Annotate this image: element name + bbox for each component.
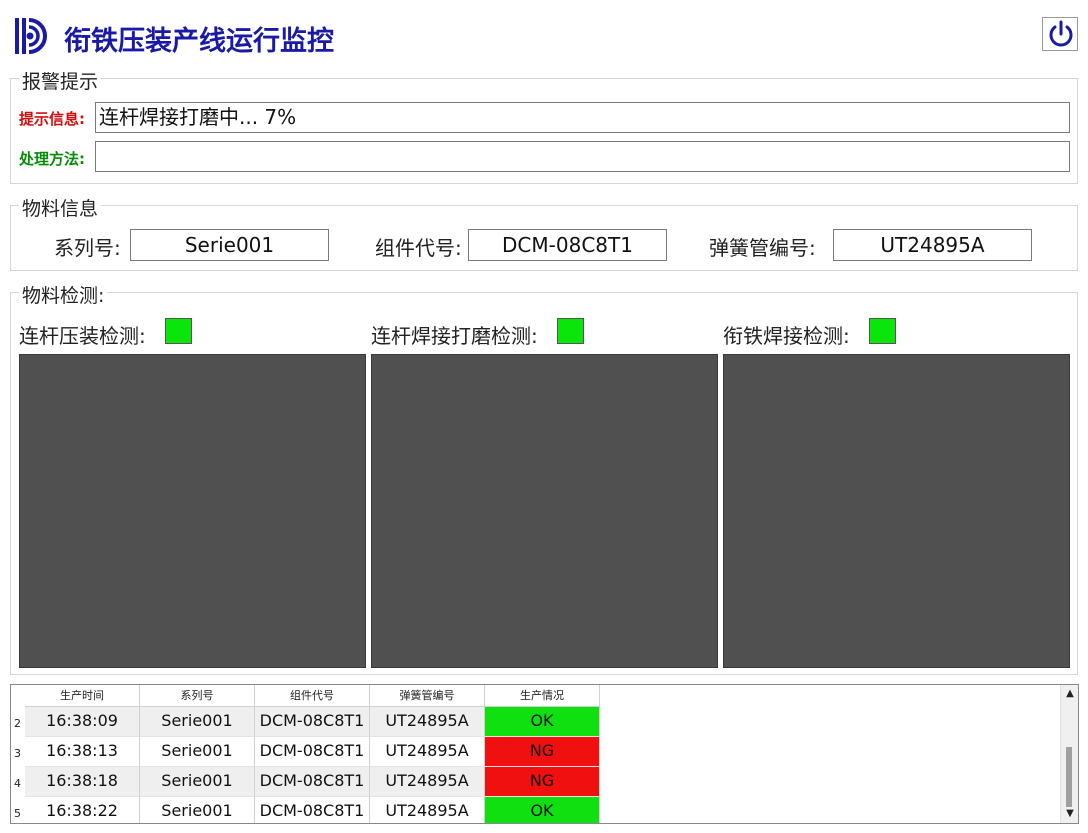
column-header-time[interactable]: 生产时间 <box>25 685 140 707</box>
column-header-component[interactable]: 组件代号 <box>255 685 370 707</box>
cell-spring: UT24895A <box>370 707 485 737</box>
armature-weld-image-view[interactable] <box>723 354 1070 668</box>
cell-component: DCM-08C8T1 <box>255 737 370 767</box>
rod-weld-image-view[interactable] <box>371 354 718 668</box>
material-info-legend: 物料信息 <box>19 194 102 221</box>
cell-time: 16:38:22 <box>25 797 140 823</box>
alarm-info-label: 提示信息: <box>19 110 85 128</box>
table-row[interactable]: 2 16:38:09 Serie001 DCM-08C8T1 UT24895A OK <box>11 707 601 737</box>
row-number: 2 <box>14 717 21 730</box>
rod-press-image-view[interactable] <box>19 354 366 668</box>
row-number: 3 <box>14 747 21 760</box>
cell-spring: UT24895A <box>370 767 485 797</box>
alarm-method-field[interactable] <box>95 141 1070 172</box>
logo-icon <box>15 18 47 54</box>
header: 衔铁压装产线运行监控 <box>0 0 1088 70</box>
cell-series: Serie001 <box>140 797 255 823</box>
cell-component: DCM-08C8T1 <box>255 707 370 737</box>
scroll-down-icon[interactable]: ▼ <box>1063 807 1077 821</box>
cell-component: DCM-08C8T1 <box>255 767 370 797</box>
spring-field[interactable]: UT24895A <box>833 229 1032 261</box>
material-info-group: 物料信息 系列号: Serie001 组件代号: DCM-08C8T1 弹簧管编… <box>10 194 1078 271</box>
component-field[interactable]: DCM-08C8T1 <box>468 229 667 261</box>
cell-status: NG <box>485 737 600 767</box>
rod-weld-detect-label: 连杆焊接打磨检测: <box>371 324 538 348</box>
page-title: 衔铁压装产线运行监控 <box>64 26 334 57</box>
column-header-series[interactable]: 系列号 <box>140 685 255 707</box>
table-row[interactable]: 4 16:38:18 Serie001 DCM-08C8T1 UT24895A NG <box>11 767 601 797</box>
table-row[interactable]: 5 16:38:22 Serie001 DCM-08C8T1 UT24895A OK <box>11 797 601 823</box>
cell-component: DCM-08C8T1 <box>255 797 370 823</box>
series-field[interactable]: Serie001 <box>130 229 329 261</box>
cell-status: OK <box>485 797 600 823</box>
column-header-status[interactable]: 生产情况 <box>485 685 600 707</box>
cell-time: 16:38:09 <box>25 707 140 737</box>
table-row[interactable]: 3 16:38:13 Serie001 DCM-08C8T1 UT24895A NG <box>11 737 601 767</box>
alarm-info-field[interactable]: 连杆焊接打磨中... 7% <box>95 102 1070 133</box>
table-scrollbar[interactable]: ▲ ▼ <box>1060 685 1078 823</box>
cell-time: 16:38:13 <box>25 737 140 767</box>
alarm-group: 报警提示 提示信息: 连杆焊接打磨中... 7% 处理方法: <box>10 67 1078 184</box>
detection-legend: 物料检测: <box>19 281 108 308</box>
alarm-method-label: 处理方法: <box>19 150 85 168</box>
armature-weld-status-indicator <box>869 318 896 344</box>
cell-spring: UT24895A <box>370 737 485 767</box>
cell-series: Serie001 <box>140 707 255 737</box>
scroll-up-icon[interactable]: ▲ <box>1063 687 1077 701</box>
production-table[interactable]: 生产时间 系列号 组件代号 弹簧管编号 生产情况 2 16:38:09 Serie0… <box>10 684 1079 824</box>
alarm-legend: 报警提示 <box>19 67 102 94</box>
power-button[interactable] <box>1042 17 1078 51</box>
row-number: 4 <box>14 777 21 790</box>
table-header: 生产时间 系列号 组件代号 弹簧管编号 生产情况 <box>11 685 1061 707</box>
row-number: 5 <box>14 807 21 820</box>
cell-status: OK <box>485 707 600 737</box>
armature-weld-detect-label: 衔铁焊接检测: <box>723 324 850 348</box>
cell-time: 16:38:18 <box>25 767 140 797</box>
cell-series: Serie001 <box>140 767 255 797</box>
cell-series: Serie001 <box>140 737 255 767</box>
spring-label: 弹簧管编号: <box>709 236 816 260</box>
column-header-spring[interactable]: 弹簧管编号 <box>370 685 485 707</box>
power-icon <box>1049 20 1073 47</box>
rod-press-detect-label: 连杆压装检测: <box>19 324 146 348</box>
cell-spring: UT24895A <box>370 797 485 823</box>
cell-status: NG <box>485 767 600 797</box>
scroll-thumb[interactable] <box>1066 747 1072 807</box>
series-label: 系列号: <box>54 236 121 260</box>
component-label: 组件代号: <box>375 236 462 260</box>
rod-weld-status-indicator <box>557 318 584 344</box>
rod-press-status-indicator <box>165 318 192 344</box>
material-detection-group: 物料检测: 连杆压装检测: 连杆焊接打磨检测: 衔铁焊接检测: <box>10 281 1078 675</box>
